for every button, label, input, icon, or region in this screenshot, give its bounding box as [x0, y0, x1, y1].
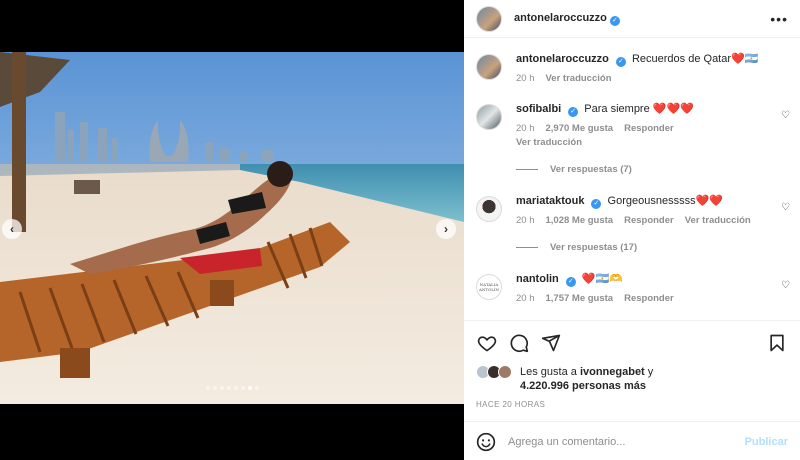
commenter-avatar[interactable] [476, 196, 502, 222]
like-comment-heart-icon[interactable]: ♡ [781, 110, 790, 121]
comment-time[interactable]: 20 h [516, 293, 535, 304]
verified-badge-icon: ✓ [565, 277, 576, 287]
liker-avatars[interactable] [476, 365, 516, 379]
add-comment-bar: Publicar [464, 421, 800, 460]
comment-meta: 20 h 2,970 Me gusta Responder [516, 123, 788, 134]
caption-text: antonelaroccuzzo ✓ Recuerdos de Qatar❤️🇦🇷 [516, 52, 788, 67]
likes-others-count[interactable]: 4.220.996 personas más [520, 380, 646, 392]
comment-text: sofibalbi ✓ Para siempre ❤️❤️❤️ [516, 102, 788, 117]
comment-input[interactable] [508, 435, 745, 448]
chevron-left-icon: ‹ [10, 222, 14, 236]
caption-meta: 20 h Ver traducción [516, 73, 788, 84]
comment-likes-count[interactable]: 1,757 Me gusta [546, 293, 614, 304]
caption-time[interactable]: 20 h [516, 73, 535, 84]
carousel-dot [226, 386, 231, 390]
carousel-dot [212, 386, 217, 390]
comment-body: Gorgeousnesssss [607, 195, 696, 207]
comment-time[interactable]: 20 h [516, 215, 535, 226]
comment-emoji: ❤️❤️❤️ [652, 103, 694, 115]
comment-emoji: ❤️❤️ [695, 195, 723, 207]
caption-row: antonelaroccuzzo ✓ Recuerdos de Qatar❤️🇦🇷… [476, 52, 788, 84]
view-replies-label: Ver respuestas (7) [550, 164, 632, 175]
carousel-indicator [0, 386, 464, 390]
comment-username[interactable]: mariataktouk [516, 195, 584, 207]
chevron-right-icon: › [444, 222, 448, 236]
liker-avatar [498, 365, 512, 379]
comment-translate-link[interactable]: Ver traducción [685, 215, 751, 226]
author-avatar[interactable] [476, 5, 502, 32]
reply-link[interactable]: Responder [624, 123, 674, 134]
comment-row: sofibalbi ✓ Para siempre ❤️❤️❤️ 20 h 2,97… [476, 102, 788, 148]
comment-row: mariataktouk ✓ Gorgeousnesssss❤️❤️ 20 h 1… [476, 194, 788, 226]
avatar-logo-text: NATALIA ANTOLÍN [478, 282, 500, 292]
comment-likes-count[interactable]: 1,028 Me gusta [546, 215, 614, 226]
heart-icon[interactable] [476, 332, 498, 354]
view-replies-link[interactable]: Ver respuestas (7) [516, 164, 632, 175]
more-options-icon[interactable]: ••• [770, 11, 788, 27]
comments-list: antonelaroccuzzo ✓ Recuerdos de Qatar❤️🇦🇷… [464, 38, 800, 320]
comment-text: nantolin ✓ ❤️🇦🇷🫶 [516, 272, 788, 287]
previous-photo-button[interactable]: ‹ [2, 219, 22, 239]
carousel-dot [205, 386, 210, 390]
comment-body: Para siempre [584, 103, 650, 115]
commenter-avatar[interactable] [476, 104, 502, 130]
reply-link[interactable]: Responder [624, 215, 674, 226]
author-avatar[interactable] [476, 54, 502, 80]
caption-emoji: ❤️🇦🇷 [731, 53, 759, 65]
comment-row: NATALIA ANTOLÍN nantolin ✓ ❤️🇦🇷🫶 20 h 1,7… [476, 272, 788, 304]
comment-username[interactable]: sofibalbi [516, 103, 561, 115]
liker-username[interactable]: ivonnegabet [580, 366, 645, 378]
action-icons [476, 332, 788, 354]
comment-icon[interactable] [508, 332, 530, 354]
comment-text: mariataktouk ✓ Gorgeousnesssss❤️❤️ [516, 194, 788, 209]
author-info: antonelaroccuzzo ✓ [514, 12, 620, 26]
comment-username[interactable]: nantolin [516, 273, 559, 285]
carousel-dot [254, 386, 259, 390]
like-comment-heart-icon[interactable]: ♡ [781, 202, 790, 213]
carousel-dot [240, 386, 245, 390]
replies-divider [516, 247, 538, 248]
bookmark-icon[interactable] [766, 332, 788, 354]
verified-badge-icon: ✓ [568, 107, 579, 117]
publish-button[interactable]: Publicar [745, 436, 788, 448]
comment-meta: 20 h 1,757 Me gusta Responder [516, 293, 788, 304]
carousel-dot [233, 386, 238, 390]
author-username[interactable]: antonelaroccuzzo [514, 12, 607, 24]
carousel-dot [219, 386, 224, 390]
likes-connector: y [647, 366, 654, 378]
post-header: antonelaroccuzzo ✓ ••• [464, 0, 800, 38]
caption-translate-link[interactable]: Ver traducción [546, 73, 612, 84]
like-comment-heart-icon[interactable]: ♡ [781, 280, 790, 291]
caption-username[interactable]: antonelaroccuzzo [516, 53, 609, 65]
verified-badge-icon: ✓ [591, 199, 602, 209]
replies-divider [516, 169, 538, 170]
post-sidebar: antonelaroccuzzo ✓ ••• antonelaroccuzzo ✓ … [464, 0, 800, 460]
carousel-dot-active [247, 386, 252, 390]
next-photo-button[interactable]: › [436, 219, 456, 239]
view-replies-label: Ver respuestas (17) [550, 242, 638, 253]
post-media: ‹ › [0, 0, 464, 460]
comment-time[interactable]: 20 h [516, 123, 535, 134]
commenter-avatar[interactable]: NATALIA ANTOLÍN [476, 274, 502, 300]
emoji-icon[interactable] [476, 432, 496, 452]
likes-prefix: Les gusta a [520, 366, 577, 378]
reply-link[interactable]: Responder [624, 293, 674, 304]
share-icon[interactable] [540, 332, 562, 354]
comment-meta: 20 h 1,028 Me gusta Responder Ver traduc… [516, 215, 788, 226]
likes-text: Les gusta a ivonnegabet y 4.220.996 pers… [520, 365, 653, 393]
verified-badge-icon: ✓ [615, 57, 626, 67]
post-photo[interactable] [0, 52, 464, 404]
beach-photo-image [0, 52, 464, 404]
post-actions: Les gusta a ivonnegabet y 4.220.996 pers… [464, 320, 800, 460]
comment-emoji: ❤️🇦🇷🫶 [581, 273, 623, 285]
caption-body: Recuerdos de Qatar [631, 53, 732, 65]
comment-likes-count[interactable]: 2,970 Me gusta [546, 123, 614, 134]
post-timestamp[interactable]: HACE 20 HORAS [476, 400, 545, 409]
verified-badge-icon: ✓ [609, 15, 620, 26]
view-replies-link[interactable]: Ver respuestas (17) [516, 242, 637, 253]
likes-summary: Les gusta a ivonnegabet y 4.220.996 pers… [476, 365, 653, 393]
comment-translate-link[interactable]: Ver traducción [516, 137, 788, 148]
